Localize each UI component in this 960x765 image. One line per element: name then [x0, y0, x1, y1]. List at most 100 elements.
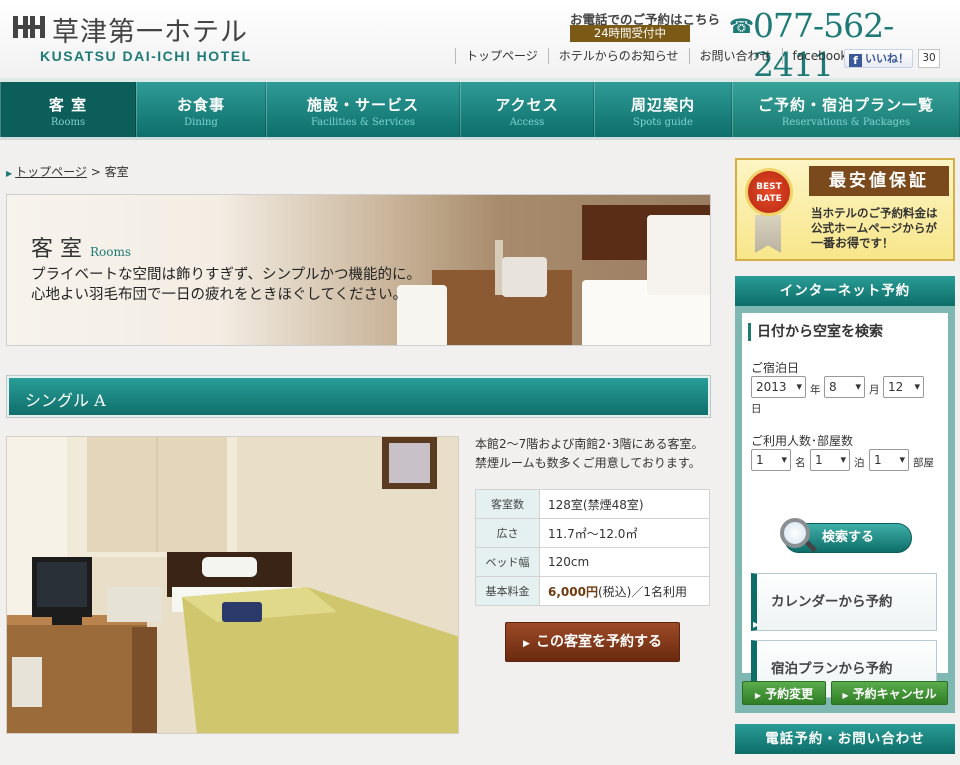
spec-value: 11.7㎡～12.0㎡: [539, 518, 710, 548]
nights-unit: 泊: [854, 457, 865, 469]
best-rate-line-3: 一番お得です！: [811, 236, 938, 251]
month-unit: 月: [869, 384, 880, 396]
best-rate-title: 最安値保証: [809, 166, 949, 196]
nights-select[interactable]: 1: [810, 449, 850, 471]
phone-hours-badge: 24時間受付中: [570, 25, 690, 42]
nav-label: アクセス: [495, 96, 559, 114]
util-link-top[interactable]: トップページ: [455, 48, 548, 64]
best-rate-text: 当ホテルのご予約料金は 公式ホームページからが 一番お得です！: [811, 206, 938, 251]
plan-booking-label: 宿泊プランから予約: [771, 661, 893, 677]
guests-unit: 名: [795, 457, 806, 469]
table-row: ベッド幅 120cm: [475, 547, 710, 577]
book-room-button[interactable]: ▶ この客室を予約する: [505, 622, 680, 662]
day-unit: 日: [751, 403, 762, 415]
room-spec-table: 客室数 128室(禁煙48室) 広さ 11.7㎡～12.0㎡ ベッド幅 120c…: [475, 489, 710, 606]
logo-subtitle: KUSATSU DAI-ICHI HOTEL: [40, 48, 252, 64]
book-room-label: この客室を予約する: [535, 634, 662, 650]
nav-sublabel: Spots guide: [633, 117, 693, 128]
hero-title-text: 客 室: [31, 237, 82, 262]
nav-label: 施設・サービス: [306, 96, 419, 114]
like-count: 30: [918, 49, 940, 68]
month-select[interactable]: 8: [824, 376, 865, 398]
phone-image: [502, 257, 547, 297]
price: 6,000円: [548, 584, 598, 599]
nav-label: お食事: [176, 96, 225, 114]
nav-spots[interactable]: 周辺案内 Spots guide: [594, 82, 732, 137]
best-rate-banner[interactable]: BEST RATE 最安値保証 当ホテルのご予約料金は 公式ホームページからが …: [735, 158, 955, 261]
nav-sublabel: Dining: [184, 117, 218, 128]
spec-key: 客室数: [475, 489, 540, 519]
breadcrumb-home[interactable]: トップページ: [15, 165, 87, 179]
arrow-icon: ▶: [754, 691, 762, 700]
breadcrumb-current: 客室: [104, 165, 129, 179]
nav-sublabel: Facilities & Services: [311, 117, 415, 128]
year-unit: 年: [810, 384, 821, 396]
util-link-news[interactable]: ホテルからのお知らせ: [547, 48, 689, 64]
rooms-unit: 部屋: [913, 457, 934, 469]
nav-sublabel: Access: [509, 117, 545, 128]
calendar-booking-button[interactable]: ▶ カレンダーから予約: [751, 573, 937, 631]
arrow-icon: ▶: [842, 691, 849, 700]
guests-select[interactable]: 1: [751, 449, 791, 471]
hotel-logo-icon[interactable]: [12, 14, 46, 40]
main-nav: 客 室 Rooms お食事 Dining 施設・サービス Facilities …: [0, 78, 960, 140]
nav-label: ご予約・宿泊プラン一覧: [757, 96, 934, 114]
change-booking-button[interactable]: ▶ 予約変更: [742, 681, 826, 705]
year-select[interactable]: 2013: [751, 376, 806, 398]
telephone-icon: ☎: [729, 14, 754, 38]
util-link-contact[interactable]: お問い合わせ: [688, 48, 782, 64]
phone-booking-panel-title: 電話予約・お問い合わせ: [735, 724, 955, 754]
room-desc-line-2: 禁煙ルームも数多くご用意しております。: [475, 456, 701, 470]
booking-search-box: 日付から空室を検索 ご宿泊日 2013 年 8 月 12 日 ご利用人数･部屋数…: [742, 313, 948, 698]
table-row: 基本料金 6,000円(税込)／1名利用: [475, 576, 710, 606]
rooms-select[interactable]: 1: [869, 449, 909, 471]
logo-title[interactable]: 草津第一ホテル: [52, 10, 248, 49]
nav-facilities[interactable]: 施設・サービス Facilities & Services: [266, 82, 460, 137]
calendar-booking-label: カレンダーから予約: [771, 594, 893, 610]
room-photo: [6, 436, 459, 734]
cancel-booking-button[interactable]: ▶ 予約キャンセル: [831, 681, 948, 705]
change-booking-label: 予約変更: [765, 687, 814, 701]
nav-sublabel: Reservations & Packages: [781, 117, 911, 128]
utility-links: トップページ ホテルからのお知らせ お問い合わせ facebook: [455, 48, 857, 64]
nav-rooms[interactable]: 客 室 Rooms: [0, 82, 136, 137]
nav-label: 客 室: [48, 96, 88, 114]
day-select[interactable]: 12: [883, 376, 924, 398]
room-desc-line-1: 本館2～7階および南館2･3階にある客室。: [475, 437, 704, 451]
nav-label: 周辺案内: [630, 96, 695, 114]
nav-dining[interactable]: お食事 Dining: [136, 82, 266, 137]
hero-title: 客 室 Rooms: [31, 231, 131, 263]
booking-panel-title: インターネット予約: [735, 276, 955, 306]
spec-key: 基本料金: [475, 576, 540, 606]
nav-reservations[interactable]: ご予約・宿泊プラン一覧 Reservations & Packages: [732, 82, 960, 137]
guests-label: ご利用人数･部屋数: [751, 434, 854, 448]
best-rate-line-2: 公式ホームページからが: [811, 221, 937, 235]
hero-title-en: Rooms: [90, 245, 132, 259]
phone-number[interactable]: 077-562-2411: [753, 6, 960, 84]
spec-key: ベッド幅: [475, 547, 540, 577]
table-row: 客室数 128室(禁煙48室): [475, 489, 710, 519]
ribbon-icon: [755, 215, 781, 253]
best-rate-line-1: 当ホテルのご予約料金は: [811, 206, 938, 220]
breadcrumb-separator: >: [90, 165, 105, 179]
table-row: 広さ 11.7㎡～12.0㎡: [475, 518, 710, 548]
checkin-label: ご宿泊日: [751, 361, 800, 375]
best-rate-emphasis: 一番お得: [811, 236, 860, 250]
hero-text: プライベートな空間は飾りすぎず、シンプルかつ機能的に。 心地よい羽毛布団で一日の…: [31, 265, 421, 305]
pillow-image: [647, 215, 710, 295]
price-suffix: (税込)／1名利用: [597, 584, 687, 599]
room-heading: シングル A: [6, 375, 711, 418]
site-header: 草津第一ホテル KUSATSU DAI-ICHI HOTEL お電話でのご予約は…: [0, 0, 960, 84]
spec-key: 広さ: [475, 518, 540, 548]
spec-value: 120cm: [539, 547, 710, 577]
facebook-like-button[interactable]: f いいね！: [844, 49, 913, 68]
facebook-icon: f: [849, 54, 862, 67]
hero-line-1: プライベートな空間は飾りすぎず、シンプルかつ機能的に。: [31, 267, 422, 283]
arrow-icon: ▶: [6, 169, 13, 178]
nav-sublabel: Rooms: [50, 117, 86, 128]
like-label: いいね！: [865, 52, 909, 65]
nav-access[interactable]: アクセス Access: [460, 82, 594, 137]
arrow-icon: ▶: [523, 639, 530, 649]
breadcrumb: ▶ トップページ > 客室: [6, 163, 129, 180]
room-photo-illustration: [7, 437, 458, 733]
